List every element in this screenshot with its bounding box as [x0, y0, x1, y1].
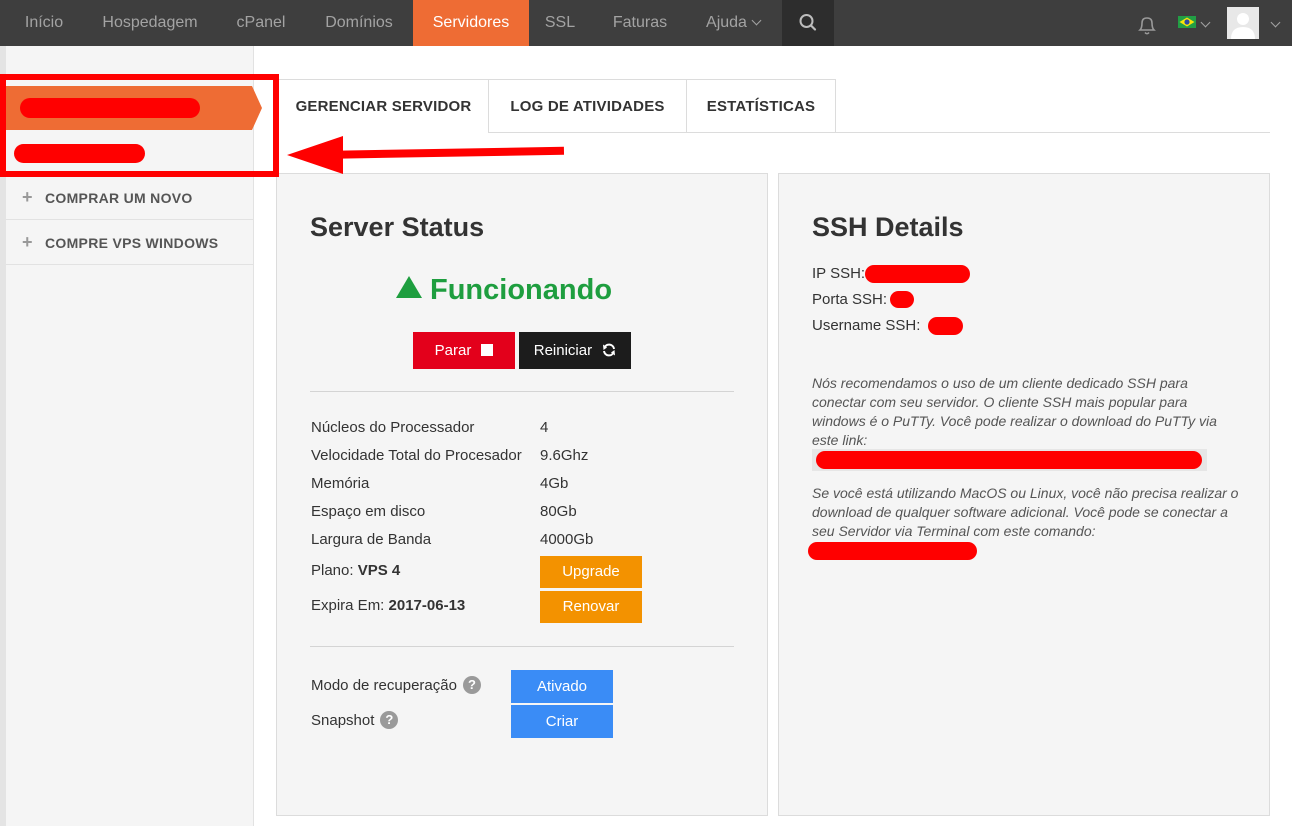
expires-label: Expira Em:: [311, 597, 385, 614]
recovery-label: Modo de recuperação: [311, 677, 457, 694]
recovery-row: Modo de recuperação?: [311, 676, 481, 694]
spec-label-memory: Memória: [311, 475, 370, 492]
top-navbar: Início Hospedagem cPanel Domínios Servid…: [0, 0, 1292, 46]
nav-servidores[interactable]: Servidores: [413, 0, 529, 46]
annotation-highlight-box: [0, 74, 279, 177]
nav-dominios[interactable]: Domínios: [311, 0, 407, 46]
snapshot-create-button[interactable]: Criar: [511, 705, 613, 738]
spec-value-memory: 4Gb: [540, 475, 569, 492]
plan-value: VPS 4: [357, 562, 401, 579]
renew-button[interactable]: Renovar: [540, 591, 642, 623]
spec-label-bandwidth: Largura de Banda: [311, 531, 432, 548]
flag-brazil-icon[interactable]: [1178, 16, 1196, 28]
nav-faturas[interactable]: Faturas: [600, 0, 680, 46]
annotation-arrow-head: [287, 136, 343, 174]
refresh-icon: [603, 343, 616, 357]
triangle-up-icon: [396, 276, 422, 298]
expires-value: 2017-06-13: [388, 597, 466, 614]
divider: [310, 391, 734, 392]
redaction-putty-link: [816, 451, 1202, 469]
stop-icon: [481, 344, 494, 356]
spec-label-speed: Velocidade Total do Procesador: [311, 447, 522, 464]
ssh-username-label: Username SSH:: [812, 317, 921, 334]
sidebar-item-label: COMPRAR UM NOVO: [45, 190, 193, 206]
redaction-terminal-command: [808, 542, 977, 560]
server-status-indicator: Funcionando: [396, 274, 612, 307]
upgrade-button[interactable]: Upgrade: [540, 556, 642, 588]
nav-ssl[interactable]: SSL: [535, 0, 585, 46]
plus-icon: +: [22, 187, 33, 207]
snapshot-label: Snapshot: [311, 712, 375, 729]
nav-ajuda-label: Ajuda: [706, 14, 747, 31]
search-icon: [799, 14, 817, 31]
ssh-note-macos-linux: Se você está utilizando MacOS ou Linux, …: [812, 485, 1239, 539]
nav-ajuda[interactable]: Ajuda: [697, 0, 769, 46]
chevron-down-icon[interactable]: [1270, 17, 1281, 28]
recovery-mode-button[interactable]: Ativado: [511, 670, 613, 703]
ssh-port-label: Porta SSH:: [812, 291, 888, 308]
avatar-icon[interactable]: [1227, 7, 1259, 39]
help-icon[interactable]: ?: [462, 676, 481, 694]
server-status-text: Funcionando: [430, 274, 613, 306]
spec-value-cores: 4: [540, 419, 549, 436]
spec-label-cores: Núcleos do Processador: [311, 419, 475, 436]
spec-label-disk: Espaço em disco: [311, 503, 426, 520]
restart-button-label: Reiniciar: [533, 342, 593, 359]
tab-estatisticas[interactable]: ESTATÍSTICAS: [686, 79, 836, 133]
nav-inicio[interactable]: Início: [9, 0, 79, 46]
help-icon[interactable]: ?: [380, 711, 399, 729]
spec-value-disk: 80Gb: [540, 503, 577, 520]
ssh-details-title: SSH Details: [812, 212, 964, 242]
redaction-ssh-ip: [865, 265, 970, 283]
chevron-down-icon[interactable]: [1200, 17, 1211, 28]
stop-button-label: Parar: [434, 342, 472, 359]
tab-gerenciar-servidor[interactable]: GERENCIAR SERVIDOR: [278, 79, 489, 133]
spec-value-speed: 9.6Ghz: [540, 447, 589, 464]
ssh-note-windows: Nós recomendamos o uso de um cliente ded…: [812, 375, 1217, 448]
restart-button[interactable]: Reiniciar: [519, 332, 631, 369]
redaction-ssh-username: [928, 317, 963, 335]
bell-icon[interactable]: [1134, 12, 1160, 38]
ssh-ip-label: IP SSH:: [812, 265, 866, 282]
redaction-ssh-port: [890, 291, 914, 308]
server-status-title: Server Status: [310, 212, 485, 242]
spec-value-bandwidth: 4000Gb: [540, 531, 594, 548]
snapshot-row: Snapshot?: [311, 711, 399, 729]
chevron-down-icon: [751, 15, 762, 26]
plan-label: Plano:: [311, 562, 354, 579]
plan-row: Plano: VPS 4: [311, 562, 400, 579]
tab-log-atividades[interactable]: LOG DE ATIVIDADES: [488, 79, 687, 133]
annotation-arrow-line: [319, 146, 565, 159]
sidebar-item-comprar-novo[interactable]: + COMPRAR UM NOVO: [6, 175, 253, 220]
sidebar-item-vps-windows[interactable]: + COMPRE VPS WINDOWS: [6, 220, 253, 265]
expires-row: Expira Em: 2017-06-13: [311, 597, 465, 614]
plus-icon: +: [22, 232, 33, 252]
sidebar-item-label: COMPRE VPS WINDOWS: [45, 235, 219, 251]
divider: [310, 646, 734, 647]
search-button[interactable]: [782, 0, 834, 46]
nav-hospedagem[interactable]: Hospedagem: [93, 0, 207, 46]
stop-button[interactable]: Parar: [413, 332, 515, 369]
nav-cpanel[interactable]: cPanel: [221, 0, 301, 46]
